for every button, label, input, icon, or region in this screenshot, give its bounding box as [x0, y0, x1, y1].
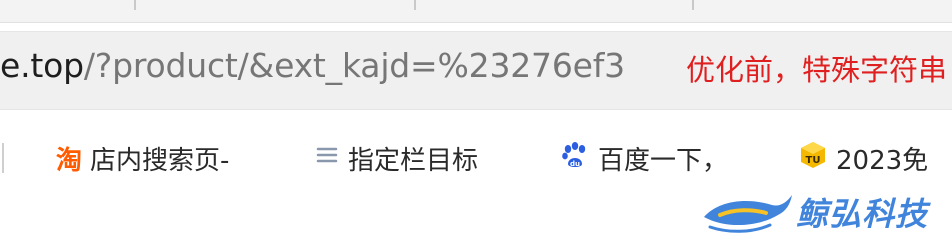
- bookmark-label: 店内搜索页-: [90, 145, 230, 176]
- bookmark-target-column[interactable]: 指定栏目标: [314, 138, 528, 178]
- whale-logo-icon: [704, 195, 792, 233]
- tu-icon: TU: [798, 140, 828, 177]
- bookmarks-bar: 淘 店内搜索页- 指定栏目标 du 百度一下， TU 2023免: [0, 128, 952, 188]
- svg-text:du: du: [570, 160, 580, 168]
- annotation-note: 优化前，特殊字符串: [686, 53, 948, 87]
- url-host: e.top: [0, 46, 84, 85]
- tab-strip: [0, 0, 952, 23]
- url-path: /?product/&ext_kajd=%23276ef3: [83, 46, 625, 85]
- list-icon: [314, 142, 340, 175]
- bookmark-label: 百度一下，: [598, 145, 729, 176]
- bookmark-label: 2023免: [836, 145, 929, 176]
- tab-separator: [414, 0, 416, 10]
- bookmark-shop-search[interactable]: 淘 店内搜索页-: [56, 138, 288, 178]
- watermark-text: 鲸弘科技: [796, 195, 929, 233]
- bookmark-baidu[interactable]: du 百度一下，: [560, 138, 770, 178]
- url-text[interactable]: e.top/?product/&ext_kajd=%23276ef3: [0, 44, 625, 88]
- svg-text:TU: TU: [806, 155, 821, 166]
- tab-separator: [692, 0, 694, 10]
- taobao-icon: 淘: [56, 145, 83, 176]
- bookmark-2023[interactable]: TU 2023免: [798, 138, 952, 178]
- tab-separator: [134, 0, 136, 10]
- watermark-logo: 鲸弘科技: [700, 183, 950, 243]
- bookmarks-divider: [2, 143, 4, 173]
- baidu-paw-icon: du: [560, 140, 590, 177]
- bookmark-label: 指定栏目标: [348, 145, 479, 176]
